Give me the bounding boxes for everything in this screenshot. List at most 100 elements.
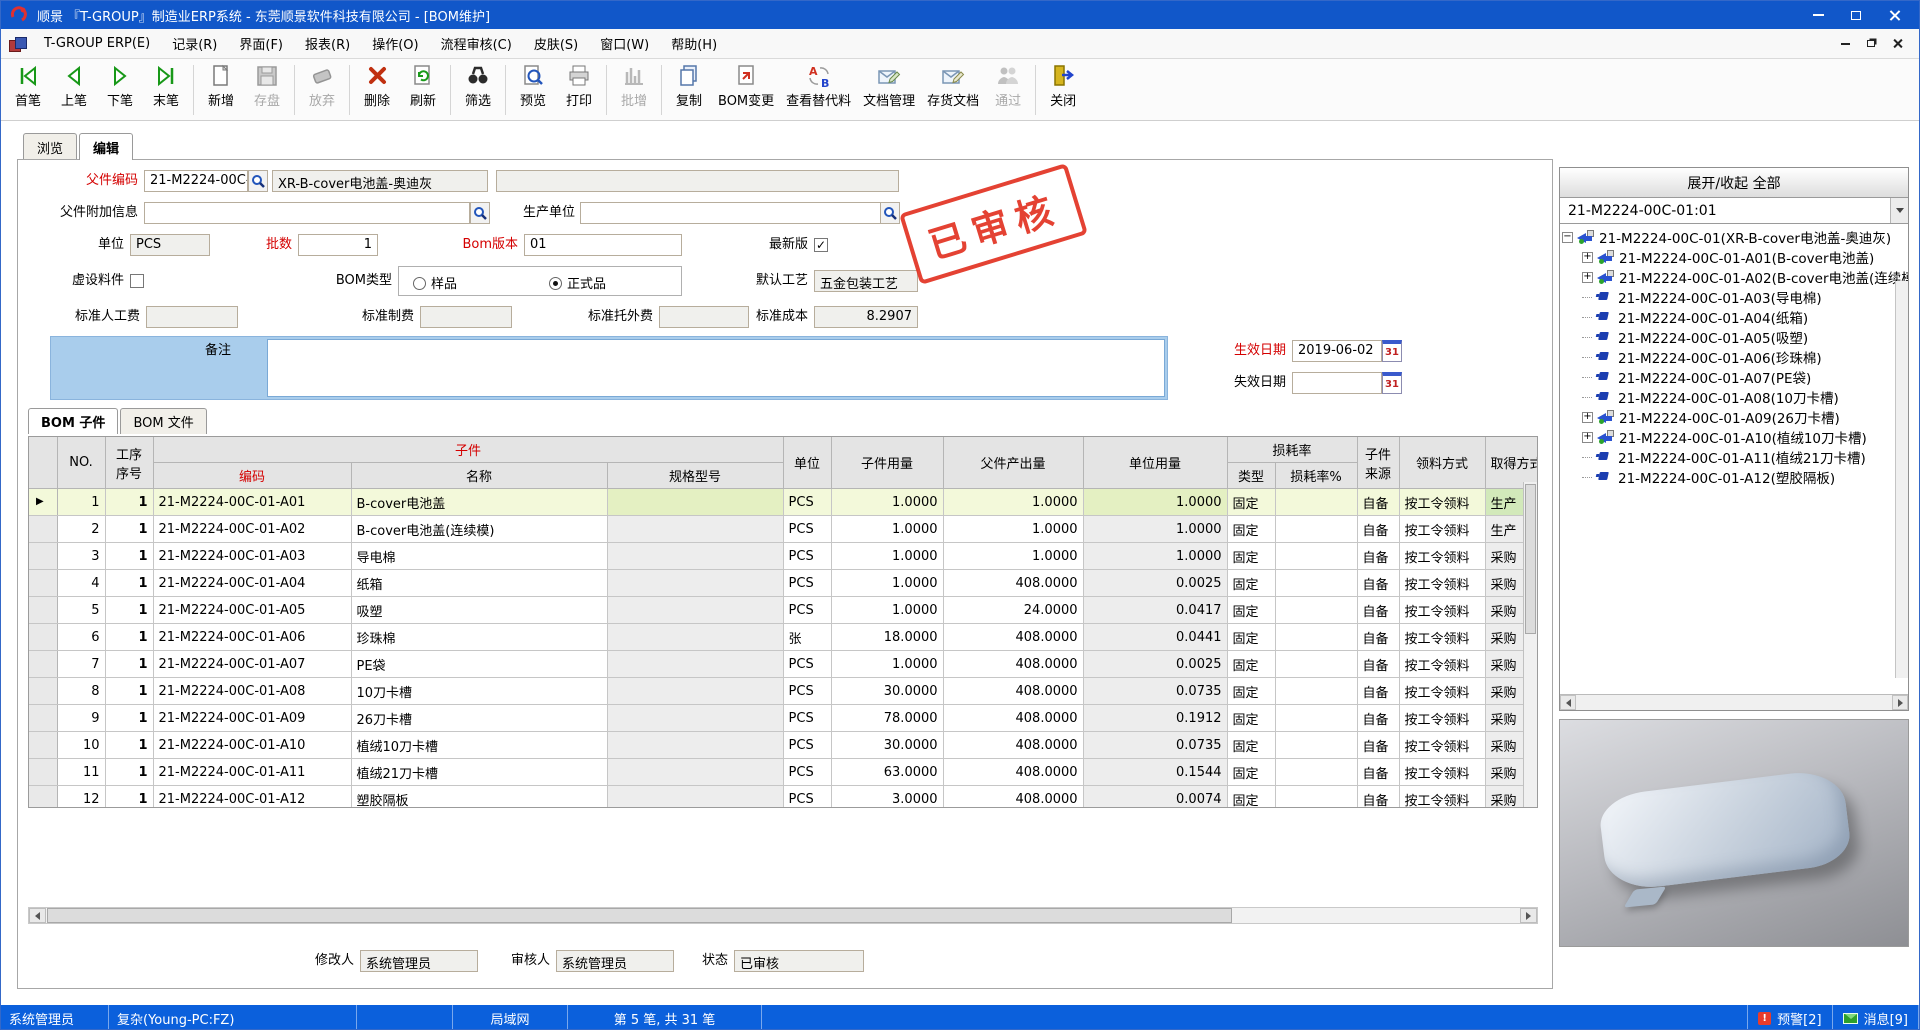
bom-selector-dropdown[interactable]: 21-M2224-00C-01:01 (1560, 198, 1908, 224)
tree-expander-icon[interactable] (1582, 412, 1593, 423)
cell-no[interactable]: 10 (57, 732, 105, 759)
cell-qty[interactable]: 30.0000 (831, 678, 943, 705)
cell-qty[interactable]: 30.0000 (831, 732, 943, 759)
table-row[interactable]: 4 1 21-M2224-00C-01-A04 纸箱 PCS 1.0000 40… (29, 570, 1538, 597)
cell-no[interactable]: 7 (57, 651, 105, 678)
header-qty[interactable]: 子件用量 (831, 437, 943, 489)
cell-no[interactable]: 11 (57, 759, 105, 786)
virtual-part-checkbox[interactable] (130, 274, 144, 288)
tree-node[interactable]: 21-M2224-00C-01-A10(植绒10刀卡槽) (1582, 427, 1906, 447)
cell-unit-qty[interactable]: 0.0025 (1083, 570, 1227, 597)
cell-source[interactable]: 自备 (1357, 732, 1399, 759)
cell-loss-rate[interactable] (1275, 597, 1357, 624)
cell-loss-rate[interactable] (1275, 786, 1357, 809)
view-substitute-button[interactable]: AB 查看替代料 (780, 62, 857, 110)
parent-code-lookup-button[interactable] (248, 170, 268, 192)
cell-name[interactable]: B-cover电池盖 (351, 489, 607, 516)
cell-qty[interactable]: 1.0000 (831, 597, 943, 624)
cell-picking[interactable]: 按工令领料 (1399, 489, 1485, 516)
grid-vertical-scrollbar[interactable] (1523, 482, 1537, 807)
cell-unit-qty[interactable]: 0.0074 (1083, 786, 1227, 809)
bom-version-input[interactable]: 01 (524, 234, 682, 256)
cell-unit-qty[interactable]: 0.1544 (1083, 759, 1227, 786)
tree-expander-icon[interactable] (1582, 297, 1592, 298)
delete-button[interactable]: 删除 (354, 62, 400, 110)
tree-expander-icon[interactable] (1582, 252, 1593, 263)
close-button[interactable] (1877, 5, 1911, 25)
cell-parent-out[interactable]: 408.0000 (943, 732, 1083, 759)
header-loss-rate[interactable]: 损耗率% (1275, 463, 1357, 489)
cell-unit[interactable]: PCS (783, 570, 831, 597)
cell-unit[interactable]: PCS (783, 516, 831, 543)
cell-spec[interactable] (607, 597, 783, 624)
cell-code[interactable]: 21-M2224-00C-01-A04 (153, 570, 351, 597)
scroll-left-button[interactable] (29, 908, 46, 923)
header-picking[interactable]: 领料方式 (1399, 437, 1485, 489)
cell-qty[interactable]: 1.0000 (831, 543, 943, 570)
tree-node[interactable]: 21-M2224-00C-01-A06(珍珠棉) (1582, 347, 1906, 367)
table-row[interactable]: 7 1 21-M2224-00C-01-A07 PE袋 PCS 1.0000 4… (29, 651, 1538, 678)
cell-loss-type[interactable]: 固定 (1227, 543, 1275, 570)
cell-loss-type[interactable]: 固定 (1227, 516, 1275, 543)
header-name[interactable]: 名称 (351, 463, 607, 489)
tab-bom-files[interactable]: BOM 文件 (120, 408, 206, 434)
cell-unit-qty[interactable]: 1.0000 (1083, 516, 1227, 543)
menu-item[interactable]: 窗口(W) (589, 29, 660, 58)
cell-parent-out[interactable]: 408.0000 (943, 678, 1083, 705)
scroll-right-button[interactable] (1520, 908, 1537, 923)
prod-unit-input[interactable] (580, 202, 900, 224)
cell-picking[interactable]: 按工令领料 (1399, 732, 1485, 759)
cell-loss-type[interactable]: 固定 (1227, 732, 1275, 759)
cell-code[interactable]: 21-M2224-00C-01-A12 (153, 786, 351, 809)
cell-seq[interactable]: 1 (105, 570, 153, 597)
cell-loss-type[interactable]: 固定 (1227, 570, 1275, 597)
cell-unit-qty[interactable]: 0.0441 (1083, 624, 1227, 651)
table-row[interactable]: 12 1 21-M2224-00C-01-A12 塑胶隔板 PCS 3.0000… (29, 786, 1538, 809)
tree-horizontal-scrollbar[interactable] (1560, 694, 1908, 710)
cell-unit-qty[interactable]: 1.0000 (1083, 489, 1227, 516)
cell-qty[interactable]: 1.0000 (831, 570, 943, 597)
cell-seq[interactable]: 1 (105, 705, 153, 732)
cell-source[interactable]: 自备 (1357, 516, 1399, 543)
cell-qty[interactable]: 1.0000 (831, 489, 943, 516)
table-row[interactable]: 5 1 21-M2224-00C-01-A05 吸塑 PCS 1.0000 24… (29, 597, 1538, 624)
tree-expander-icon[interactable] (1582, 432, 1593, 443)
header-loss-type[interactable]: 类型 (1227, 463, 1275, 489)
cell-no[interactable]: 9 (57, 705, 105, 732)
cell-code[interactable]: 21-M2224-00C-01-A01 (153, 489, 351, 516)
cell-unit-qty[interactable]: 0.1912 (1083, 705, 1227, 732)
header-source[interactable]: 子件来源 (1357, 437, 1399, 489)
cell-source[interactable]: 自备 (1357, 597, 1399, 624)
tree-expander-icon[interactable] (1582, 272, 1593, 283)
cell-seq[interactable]: 1 (105, 516, 153, 543)
tree-expander-icon[interactable] (1582, 317, 1592, 318)
cell-code[interactable]: 21-M2224-00C-01-A09 (153, 705, 351, 732)
cell-unit[interactable]: PCS (783, 759, 831, 786)
document-manage-button[interactable]: 文档管理 (857, 62, 921, 110)
cell-loss-rate[interactable] (1275, 489, 1357, 516)
expire-date-input[interactable] (1292, 372, 1382, 394)
mdi-close-button[interactable] (1889, 37, 1905, 51)
scrollbar-thumb[interactable] (1525, 484, 1536, 634)
header-no[interactable]: NO. (57, 437, 105, 489)
cell-seq[interactable]: 1 (105, 597, 153, 624)
cell-loss-rate[interactable] (1275, 651, 1357, 678)
header-acquire[interactable]: 取得方式 (1485, 437, 1538, 489)
cell-loss-type[interactable]: 固定 (1227, 705, 1275, 732)
cell-no[interactable]: 1 (57, 489, 105, 516)
cell-picking[interactable]: 按工令领料 (1399, 678, 1485, 705)
refresh-button[interactable]: 刷新 (400, 62, 446, 110)
cell-spec[interactable] (607, 516, 783, 543)
cell-parent-out[interactable]: 1.0000 (943, 489, 1083, 516)
bom-type-sample-radio[interactable]: 样品 (413, 273, 457, 292)
table-row[interactable]: 1 1 21-M2224-00C-01-A01 B-cover电池盖 PCS 1… (29, 489, 1538, 516)
last-record-button[interactable]: 末笔 (143, 62, 189, 110)
cell-no[interactable]: 3 (57, 543, 105, 570)
cell-picking[interactable]: 按工令领料 (1399, 570, 1485, 597)
cell-seq[interactable]: 1 (105, 732, 153, 759)
tree-node[interactable]: 21-M2224-00C-01-A12(塑胶隔板) (1582, 467, 1906, 487)
row-selector-cell[interactable] (29, 516, 57, 543)
table-row[interactable]: 2 1 21-M2224-00C-01-A02 B-cover电池盖(连续模) … (29, 516, 1538, 543)
tree-vertical-scrollbar[interactable] (1895, 281, 1908, 678)
row-selector-cell[interactable] (29, 732, 57, 759)
